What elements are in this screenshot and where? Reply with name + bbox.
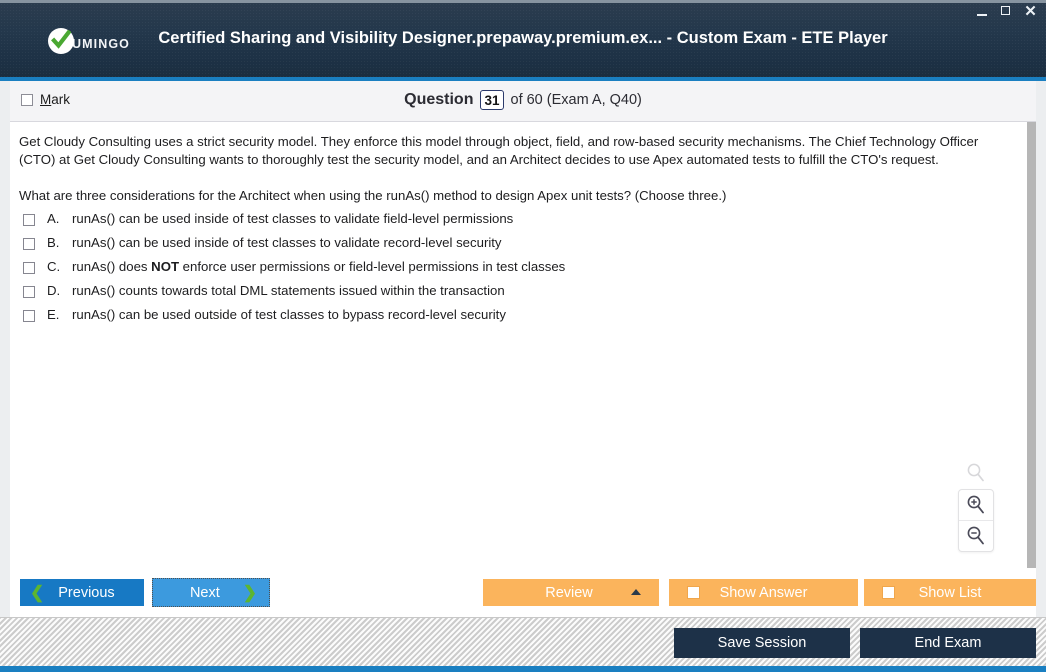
zoom-out-icon[interactable] [959,520,993,551]
answer-option-d[interactable]: D. runAs() counts towards total DML stat… [23,283,983,307]
content-scrollbar[interactable] [1027,122,1036,568]
previous-button-label: Previous [58,584,115,601]
option-d-letter: D. [47,283,61,298]
option-b-checkbox[interactable] [23,238,35,250]
option-d-text: runAs() counts towards total DML stateme… [72,283,505,298]
option-a-letter: A. [47,211,60,226]
minimize-icon[interactable] [975,4,990,19]
question-word: Question [404,91,474,108]
question-header-bar: Mark Question 31 of 60 (Exam A, Q40) [10,81,1036,122]
zoom-controls [958,462,994,552]
question-content-area: Get Cloudy Consulting uses a strict secu… [10,122,1036,568]
close-icon[interactable]: ✕ [1023,4,1038,19]
question-counter: Question 31 of 60 (Exam A, Q40) [10,90,1036,110]
logo-wordmark: UMINGO [72,36,130,51]
chevron-left-icon: ❮ [30,583,45,602]
logo-check-icon [48,28,74,54]
bottom-accent-line [0,666,1046,672]
question-paragraph-2: What are three considerations for the Ar… [19,188,727,203]
answer-option-b[interactable]: B. runAs() can be used inside of test cl… [23,235,983,259]
answer-option-e[interactable]: E. runAs() can be used outside of test c… [23,307,983,331]
question-stem: Get Cloudy Consulting uses a strict secu… [19,133,1004,205]
option-b-text: runAs() can be used inside of test class… [72,235,502,250]
review-button-label: Review [545,584,593,601]
window-title: Certified Sharing and Visibility Designe… [158,29,888,47]
window-titlebar: UMINGO Certified Sharing and Visibility … [0,0,1046,77]
end-exam-button[interactable]: End Exam [860,628,1036,658]
review-button[interactable]: Review [483,579,659,606]
show-list-button[interactable]: Show List [864,579,1036,606]
chevron-right-icon: ❯ [242,583,257,602]
answer-options-list: A. runAs() can be used inside of test cl… [23,211,983,331]
show-answer-button[interactable]: Show Answer [669,579,858,606]
question-paragraph-1: Get Cloudy Consulting uses a strict secu… [19,134,979,167]
ete-player-window: UMINGO Certified Sharing and Visibility … [0,0,1046,672]
show-answer-checkbox-icon [687,586,700,599]
option-e-text: runAs() can be used outside of test clas… [72,307,506,322]
answer-option-c[interactable]: C. runAs() does NOT enforce user permiss… [23,259,983,283]
option-b-letter: B. [47,235,60,250]
footer-bar: Save Session End Exam [0,617,1046,668]
previous-button[interactable]: ❮ Previous [20,579,144,606]
maximize-icon[interactable] [999,4,1014,19]
option-d-checkbox[interactable] [23,286,35,298]
caret-up-icon [631,589,641,595]
window-controls: ✕ [975,4,1038,19]
option-c-letter: C. [47,259,61,274]
answer-option-a[interactable]: A. runAs() can be used inside of test cl… [23,211,983,235]
option-e-checkbox[interactable] [23,310,35,322]
window-border-right [1036,81,1046,617]
option-e-letter: E. [47,307,60,322]
window-border-left [0,81,10,617]
zoom-in-icon[interactable] [959,490,993,520]
vumingo-logo: UMINGO [48,28,130,54]
option-c-checkbox[interactable] [23,262,35,274]
zoom-button-group [958,489,994,552]
option-c-text: runAs() does NOT enforce user permission… [72,259,566,274]
show-list-checkbox-icon [882,586,895,599]
next-button-label: Next [189,584,220,601]
magnifier-icon[interactable] [958,462,994,484]
question-total-label: of 60 (Exam A, Q40) [510,92,642,108]
save-session-button[interactable]: Save Session [674,628,850,658]
option-a-text: runAs() can be used inside of test class… [72,211,514,226]
navigation-button-bar: ❮ Previous Next ❯ Review Show Answer Sho… [10,568,1036,617]
next-button[interactable]: Next ❯ [152,578,270,607]
question-number-input[interactable]: 31 [480,90,504,110]
option-a-checkbox[interactable] [23,214,35,226]
